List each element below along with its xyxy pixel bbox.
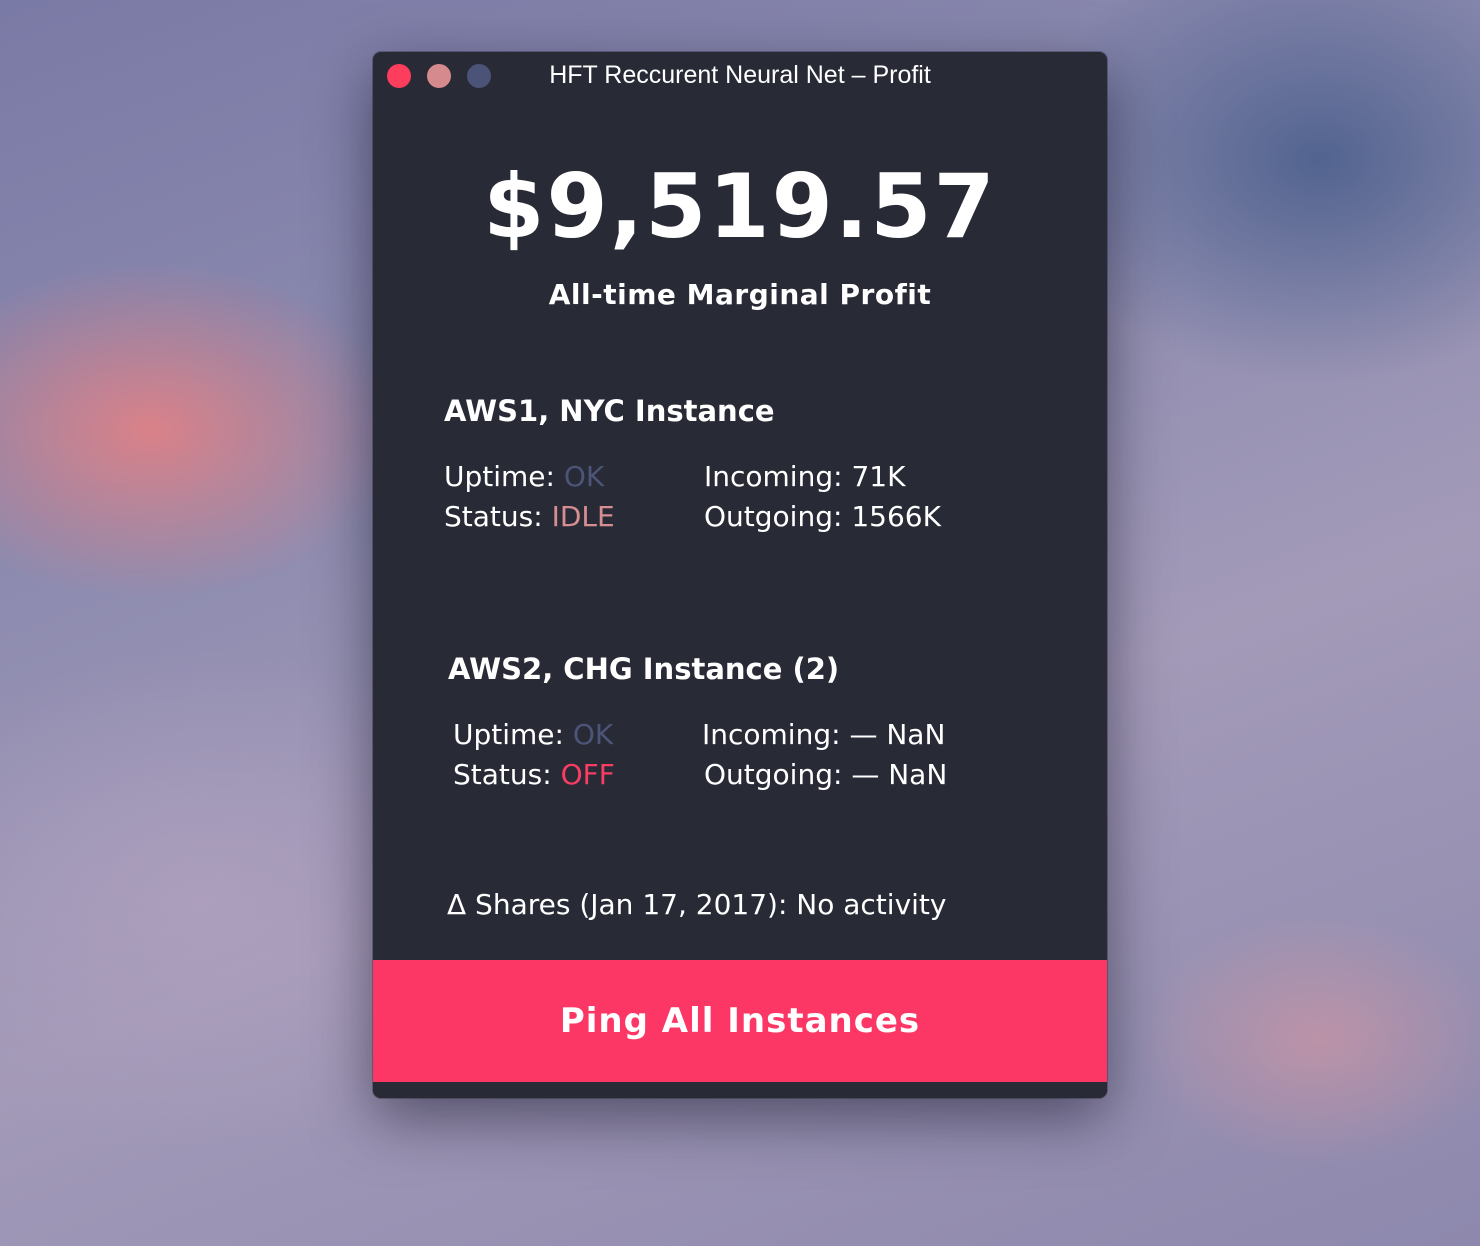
instance-2-uptime: Uptime: OK [453,718,613,752]
window-bottom-edge [373,1082,1107,1098]
instance-2-outgoing: Outgoing: — NaN [704,758,947,792]
incoming-value: 71K [851,460,906,493]
incoming-label: Incoming: [702,718,841,751]
uptime-label: Uptime: [453,718,564,751]
profit-window: HFT Reccurent Neural Net – Profit $9,519… [373,52,1107,1098]
ping-all-instances-button[interactable]: Ping All Instances [373,960,1107,1082]
outgoing-value: 1566K [851,500,941,533]
outgoing-label: Outgoing: [704,500,843,533]
status-label: Status: [444,500,543,533]
title-bar[interactable]: HFT Reccurent Neural Net – Profit [373,52,1107,98]
status-value: OFF [560,758,615,791]
shares-value: No activity [796,888,947,921]
instance-1-title: AWS1, NYC Instance [444,394,775,428]
instance-1-status: Status: IDLE [444,500,615,534]
instance-1-uptime: Uptime: OK [444,460,604,494]
uptime-value: OK [563,460,605,493]
profit-amount: $9,519.57 [483,155,997,258]
uptime-label: Uptime: [444,460,555,493]
status-label: Status: [453,758,552,791]
window-title: HFT Reccurent Neural Net – Profit [549,61,931,89]
shares-summary: Δ Shares (Jan 17, 2017): No activity [447,888,946,922]
uptime-value: OK [572,718,614,751]
instance-2-status: Status: OFF [453,758,615,792]
incoming-value: — NaN [849,718,946,751]
incoming-label: Incoming: [704,460,843,493]
outgoing-label: Outgoing: [704,758,843,791]
instance-1-outgoing: Outgoing: 1566K [704,500,941,534]
shares-label: Δ Shares (Jan 17, 2017): [447,888,788,921]
status-value: IDLE [551,500,615,533]
profit-label: All-time Marginal Profit [548,278,932,311]
instance-1-incoming: Incoming: 71K [704,460,905,494]
outgoing-value: — NaN [851,758,948,791]
instance-2-incoming: Incoming: — NaN [702,718,945,752]
instance-2-title: AWS2, CHG Instance (2) [448,652,840,686]
